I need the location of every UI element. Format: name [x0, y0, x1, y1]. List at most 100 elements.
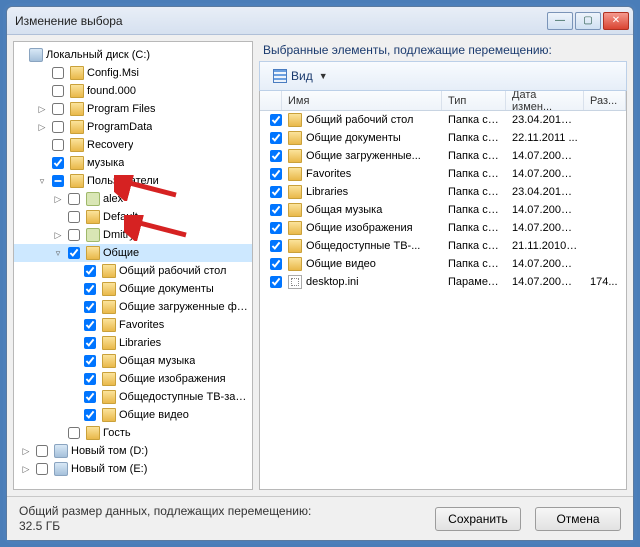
expander-icon[interactable]: ▿ — [52, 247, 64, 259]
tree-item[interactable]: музыка — [14, 154, 252, 172]
tree-checkbox[interactable] — [36, 445, 48, 457]
tree-item[interactable]: ▷Новый том (E:) — [14, 460, 252, 478]
tree-checkbox[interactable] — [52, 121, 64, 133]
maximize-button[interactable]: ▢ — [575, 12, 601, 30]
expander-icon[interactable] — [52, 427, 64, 439]
expander-icon[interactable]: ▷ — [52, 193, 64, 205]
file-list[interactable]: Имя Тип Дата измен... Раз... Общий рабоч… — [259, 91, 627, 490]
tree-checkbox[interactable] — [84, 283, 96, 295]
tree-checkbox[interactable] — [52, 139, 64, 151]
column-headers[interactable]: Имя Тип Дата измен... Раз... — [260, 91, 626, 111]
tree-item[interactable]: ▷Dmitry — [14, 226, 252, 244]
tree-checkbox[interactable] — [84, 391, 96, 403]
expander-icon[interactable]: ▿ — [36, 175, 48, 187]
tree-checkbox[interactable] — [68, 427, 80, 439]
row-checkbox[interactable] — [270, 258, 282, 270]
tree-item[interactable]: Общедоступные ТВ-записи — [14, 388, 252, 406]
row-checkbox[interactable] — [270, 276, 282, 288]
expander-icon[interactable] — [68, 265, 80, 277]
list-row[interactable]: Общие документыПапка с фа...22.11.2011 .… — [260, 129, 626, 147]
expander-icon[interactable] — [68, 409, 80, 421]
tree-checkbox[interactable] — [68, 229, 80, 241]
tree-item[interactable]: Общие видео — [14, 406, 252, 424]
tree-checkbox[interactable] — [84, 301, 96, 313]
tree-item[interactable]: Default — [14, 208, 252, 226]
col-date[interactable]: Дата измен... — [506, 91, 584, 110]
tree-checkbox[interactable] — [52, 103, 64, 115]
list-row[interactable]: LibrariesПапка с фа...23.04.2012 ... — [260, 183, 626, 201]
row-checkbox[interactable] — [270, 186, 282, 198]
tree-checkbox[interactable] — [84, 409, 96, 421]
expander-icon[interactable]: ▷ — [20, 445, 32, 457]
minimize-button[interactable]: — — [547, 12, 573, 30]
tree-checkbox[interactable] — [68, 193, 80, 205]
tree-item[interactable]: found.000 — [14, 82, 252, 100]
expander-icon[interactable] — [36, 157, 48, 169]
expander-icon[interactable] — [36, 85, 48, 97]
tree-item[interactable]: ▷Новый том (D:) — [14, 442, 252, 460]
tree-item[interactable]: Libraries — [14, 334, 252, 352]
tree-checkbox[interactable] — [84, 355, 96, 367]
expander-icon[interactable] — [68, 373, 80, 385]
tree-checkbox[interactable] — [52, 175, 64, 187]
expander-icon[interactable] — [36, 67, 48, 79]
expander-icon[interactable] — [36, 139, 48, 151]
col-size[interactable]: Раз... — [584, 91, 626, 110]
row-checkbox[interactable] — [270, 204, 282, 216]
tree-checkbox[interactable] — [52, 85, 64, 97]
expander-icon[interactable]: ▷ — [20, 463, 32, 475]
tree-item[interactable]: Recovery — [14, 136, 252, 154]
list-row[interactable]: Общедоступные ТВ-...Папка с фа...21.11.2… — [260, 237, 626, 255]
close-button[interactable]: ✕ — [603, 12, 629, 30]
tree-root[interactable]: Локальный диск (C:) — [14, 46, 252, 64]
tree-item[interactable]: Общие загруженные файлы — [14, 298, 252, 316]
list-row[interactable]: Общая музыкаПапка с фа...14.07.2009 ... — [260, 201, 626, 219]
tree-checkbox[interactable] — [52, 157, 64, 169]
expander-icon[interactable]: ▷ — [52, 229, 64, 241]
expander-icon[interactable] — [68, 355, 80, 367]
row-checkbox[interactable] — [270, 222, 282, 234]
tree-item[interactable]: ▿Пользователи — [14, 172, 252, 190]
tree-item[interactable]: ▷Program Files — [14, 100, 252, 118]
row-checkbox[interactable] — [270, 240, 282, 252]
list-row[interactable]: Общий рабочий столПапка с фа...23.04.201… — [260, 111, 626, 129]
tree-checkbox[interactable] — [36, 463, 48, 475]
col-type[interactable]: Тип — [442, 91, 506, 110]
row-checkbox[interactable] — [270, 150, 282, 162]
row-checkbox[interactable] — [270, 168, 282, 180]
list-row[interactable]: desktop.iniПараметр...14.07.2009 ...174.… — [260, 273, 626, 291]
expander-icon[interactable]: ▷ — [36, 103, 48, 115]
save-button[interactable]: Сохранить — [435, 507, 521, 531]
col-name[interactable]: Имя — [282, 91, 442, 110]
tree-item[interactable]: Favorites — [14, 316, 252, 334]
list-row[interactable]: Общие загруженные...Папка с фа...14.07.2… — [260, 147, 626, 165]
tree-checkbox[interactable] — [84, 319, 96, 331]
tree-item[interactable]: ▷ProgramData — [14, 118, 252, 136]
expander-icon[interactable] — [68, 301, 80, 313]
row-checkbox[interactable] — [270, 132, 282, 144]
row-checkbox[interactable] — [270, 114, 282, 126]
tree-checkbox[interactable] — [68, 247, 80, 259]
list-row[interactable]: FavoritesПапка с фа...14.07.2009 ... — [260, 165, 626, 183]
cancel-button[interactable]: Отмена — [535, 507, 621, 531]
expander-icon[interactable] — [52, 211, 64, 223]
tree-checkbox[interactable] — [68, 211, 80, 223]
list-row[interactable]: Общие видеоПапка с фа...14.07.2009 ... — [260, 255, 626, 273]
expander-icon[interactable] — [68, 391, 80, 403]
expander-icon[interactable] — [68, 319, 80, 331]
view-mode-button[interactable]: Вид ▼ — [266, 65, 335, 87]
tree-item[interactable]: Общие документы — [14, 280, 252, 298]
tree-item[interactable]: ▷alex — [14, 190, 252, 208]
tree-checkbox[interactable] — [84, 337, 96, 349]
tree-item[interactable]: Config.Msi — [14, 64, 252, 82]
tree-checkbox[interactable] — [52, 67, 64, 79]
tree-item[interactable]: Гость — [14, 424, 252, 442]
tree-checkbox[interactable] — [84, 265, 96, 277]
tree-item[interactable]: Общий рабочий стол — [14, 262, 252, 280]
expander-icon[interactable] — [68, 283, 80, 295]
tree-checkbox[interactable] — [84, 373, 96, 385]
expander-icon[interactable]: ▷ — [36, 121, 48, 133]
expander-icon[interactable] — [68, 337, 80, 349]
list-row[interactable]: Общие изображенияПапка с фа...14.07.2009… — [260, 219, 626, 237]
folder-tree[interactable]: Локальный диск (C:)Config.Msifound.000▷P… — [13, 41, 253, 490]
